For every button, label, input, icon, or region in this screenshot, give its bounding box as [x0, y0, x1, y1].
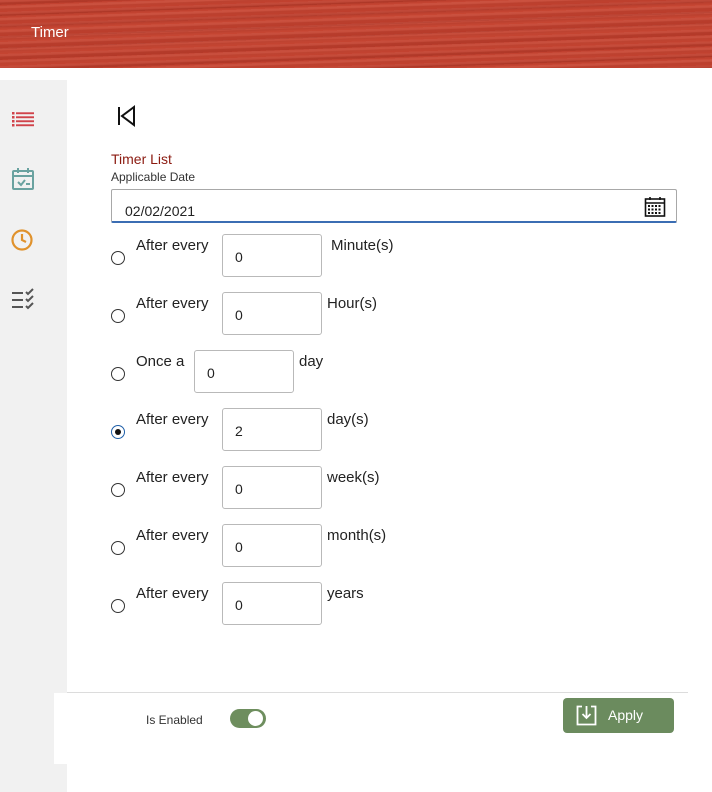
unit-label: Minute(s) [331, 237, 394, 254]
checklist-icon[interactable] [10, 287, 36, 313]
radio-days[interactable] [111, 425, 125, 439]
option-prefix: After every [136, 527, 209, 544]
sidebar [0, 80, 67, 792]
date-value: 02/02/2021 [125, 203, 196, 219]
unit-label: month(s) [327, 527, 387, 544]
is-enabled-label: Is Enabled [146, 713, 203, 727]
footer-pad [54, 693, 67, 764]
apply-label: Apply [608, 707, 644, 723]
radio-years[interactable] [111, 599, 125, 613]
months-input[interactable]: 0 [222, 524, 322, 567]
clock-icon[interactable] [10, 227, 36, 253]
calendar-icon[interactable] [644, 196, 666, 218]
unit-label: day [299, 353, 324, 370]
app-title: Timer [31, 24, 69, 41]
unit-label: day(s) [327, 411, 369, 428]
footer-divider [67, 692, 688, 693]
radio-minutes[interactable] [111, 251, 125, 265]
radio-months[interactable] [111, 541, 125, 555]
list-icon[interactable] [10, 106, 36, 132]
option-prefix: After every [136, 237, 209, 254]
applicable-date-input[interactable]: 02/02/2021 [111, 189, 677, 223]
toggle-knob [248, 711, 263, 726]
is-enabled-toggle[interactable] [230, 709, 266, 728]
option-prefix: After every [136, 411, 209, 428]
apply-button[interactable]: Apply [563, 698, 674, 733]
input-value: 0 [235, 597, 243, 613]
radio-hours[interactable] [111, 309, 125, 323]
input-value: 2 [235, 423, 243, 439]
years-input[interactable]: 0 [222, 582, 322, 625]
radio-once-a-day[interactable] [111, 367, 125, 381]
unit-label: Hour(s) [327, 295, 378, 312]
minutes-input[interactable]: 0 [222, 234, 322, 277]
input-value: 0 [207, 365, 215, 381]
download-icon [576, 705, 597, 726]
days-input[interactable]: 2 [222, 408, 322, 451]
unit-label: years [327, 585, 364, 602]
input-value: 0 [235, 249, 243, 265]
app-header: Timer [0, 0, 712, 68]
unit-label: week(s) [327, 469, 380, 486]
input-value: 0 [235, 539, 243, 555]
input-value: 0 [235, 307, 243, 323]
option-prefix: After every [136, 469, 209, 486]
option-prefix: After every [136, 585, 209, 602]
radio-weeks[interactable] [111, 483, 125, 497]
calendar-check-icon[interactable] [10, 166, 36, 192]
option-prefix: After every [136, 295, 209, 312]
go-first-icon[interactable] [115, 104, 139, 128]
once-a-day-input[interactable]: 0 [194, 350, 294, 393]
option-prefix: Once a [136, 353, 185, 370]
applicable-date-label: Applicable Date [111, 170, 196, 184]
weeks-input[interactable]: 0 [222, 466, 322, 509]
hours-input[interactable]: 0 [222, 292, 322, 335]
input-value: 0 [235, 481, 243, 497]
section-title: Timer List [111, 151, 172, 167]
